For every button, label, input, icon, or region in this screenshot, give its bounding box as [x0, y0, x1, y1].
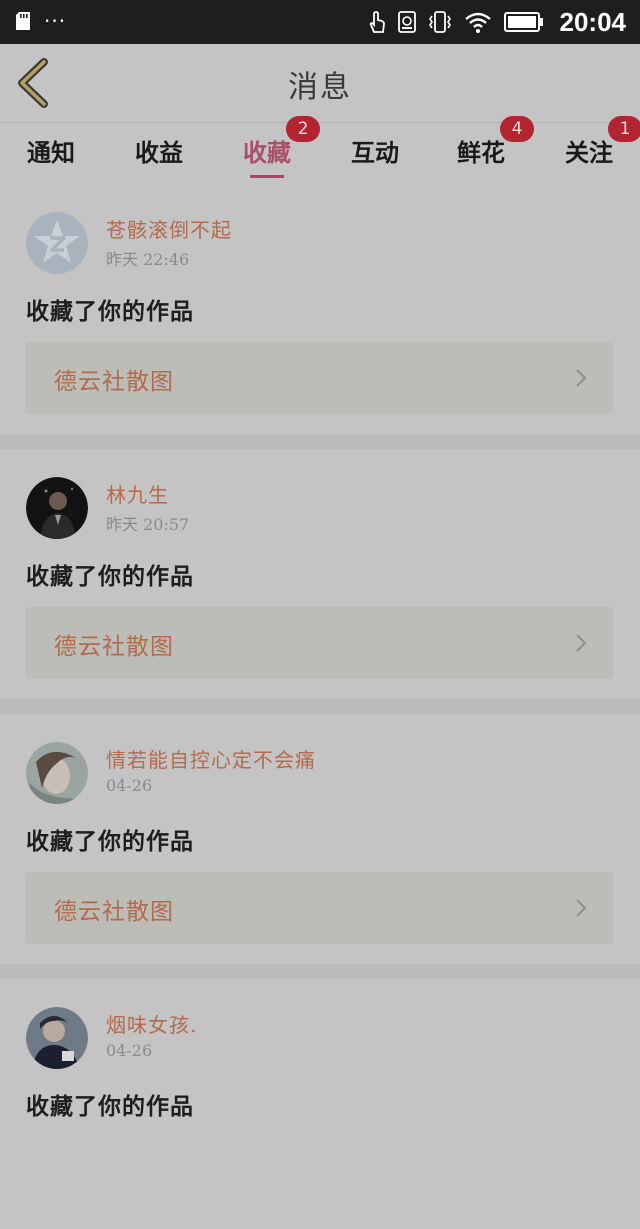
chevron-right-icon [576, 634, 587, 652]
work-link[interactable]: 德云社散图 [26, 607, 613, 679]
vibrate-icon [428, 11, 451, 33]
message-text: 收藏了你的作品 [26, 563, 194, 590]
work-title: 德云社散图 [54, 634, 174, 660]
message-text: 收藏了你的作品 [26, 1093, 194, 1120]
list-item[interactable]: 烟味女孩. 04-26 收藏了你的作品 [0, 979, 640, 1229]
flowers-badge: 4 [500, 116, 534, 142]
battery-icon [503, 12, 543, 32]
tab-notifications[interactable]: 通知 [6, 133, 96, 168]
work-title: 德云社散图 [54, 369, 174, 395]
message-time: 04-26 [106, 1041, 153, 1060]
photo-avatar[interactable] [26, 742, 88, 804]
list-item[interactable]: 苍骸滚倒不起 昨天 22:46 收藏了你的作品 德云社散图 [0, 184, 640, 434]
divider [0, 434, 640, 449]
work-link[interactable]: 德云社散图 [26, 342, 613, 414]
message-text: 收藏了你的作品 [26, 298, 194, 325]
wifi-icon [464, 12, 491, 33]
chevron-right-icon [576, 369, 587, 387]
more-notifications-indicator: ··· [44, 9, 67, 33]
default-avatar[interactable] [26, 212, 88, 274]
message-time: 昨天 22:46 [106, 250, 190, 269]
list-item[interactable]: 情若能自控心定不会痛 04-26 收藏了你的作品 德云社散图 [0, 714, 640, 964]
list-item[interactable]: 林九生 昨天 20:57 收藏了你的作品 德云社散图 [0, 449, 640, 699]
status-bar: ··· 20:04 [0, 0, 640, 44]
clock-time: 20:04 [559, 6, 627, 37]
message-time: 昨天 20:57 [106, 515, 190, 534]
tab-earnings[interactable]: 收益 [114, 133, 204, 168]
photo-avatar[interactable] [26, 477, 88, 539]
page-title: 消息 [288, 70, 352, 105]
header-bar: 消息 [0, 44, 640, 122]
active-tab-indicator [250, 175, 284, 178]
user-name[interactable]: 烟味女孩. [106, 1009, 197, 1038]
sd-card-icon [16, 12, 30, 30]
touch-icon [369, 11, 385, 33]
message-list[interactable]: 苍骸滚倒不起 昨天 22:46 收藏了你的作品 德云社散图 林九生 昨天 20:… [0, 184, 640, 1229]
message-tabs: 通知 收益 收藏 2 互动 鲜花 4 关注 1 [0, 116, 640, 185]
work-title: 德云社散图 [54, 899, 174, 925]
user-name[interactable]: 情若能自控心定不会痛 [106, 744, 316, 773]
chevron-right-icon [576, 899, 587, 917]
photo-avatar[interactable] [26, 1007, 88, 1069]
tab-interactions[interactable]: 互动 [330, 133, 420, 168]
follows-badge: 1 [608, 116, 640, 142]
divider [0, 699, 640, 714]
message-text: 收藏了你的作品 [26, 828, 194, 855]
user-name[interactable]: 苍骸滚倒不起 [106, 214, 232, 243]
message-time: 04-26 [106, 776, 153, 795]
work-link[interactable]: 德云社散图 [26, 872, 613, 944]
user-name[interactable]: 林九生 [106, 479, 169, 508]
storage-icon [397, 11, 416, 33]
favorites-badge: 2 [286, 116, 320, 142]
divider [0, 964, 640, 979]
